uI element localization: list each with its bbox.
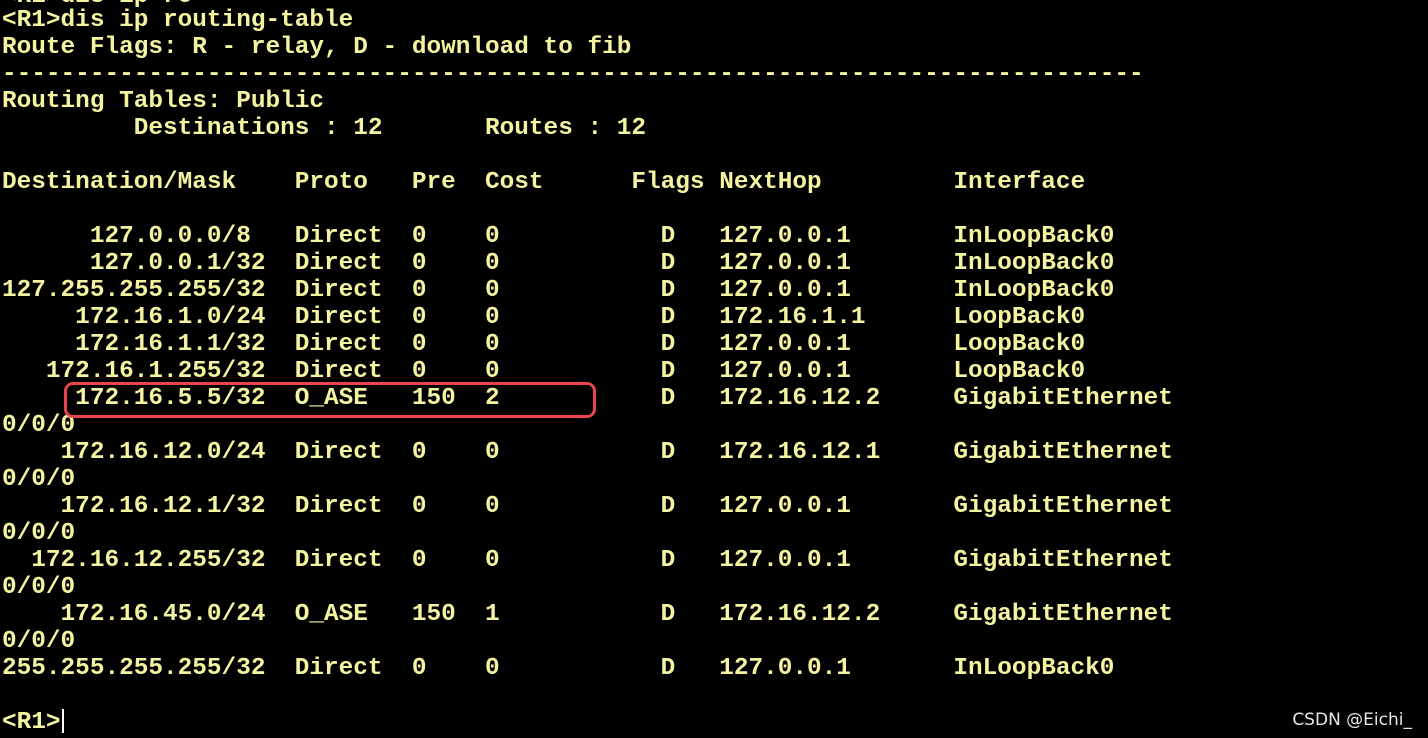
table-row-wrap: 0/0/0 [2, 466, 76, 493]
table-row: 172.16.12.0/24 Direct 0 0 D 172.16.12.1 … [2, 439, 1173, 466]
terminal-prompt-line[interactable]: <R1> [2, 709, 64, 736]
terminal-line-route-flags: Route Flags: R - relay, D - download to … [2, 34, 632, 61]
table-row: 255.255.255.255/32 Direct 0 0 D 127.0.0.… [2, 655, 1115, 682]
table-row-wrap: 0/0/0 [2, 520, 76, 547]
table-row: 172.16.1.255/32 Direct 0 0 D 127.0.0.1 L… [2, 358, 1086, 385]
terminal-line-routing-tables: Routing Tables: Public [2, 88, 325, 115]
table-header: Destination/Mask Proto Pre Cost Flags Ne… [2, 169, 1086, 196]
table-row: 172.16.1.0/24 Direct 0 0 D 172.16.1.1 Lo… [2, 304, 1086, 331]
table-row: 127.0.0.1/32 Direct 0 0 D 127.0.0.1 InLo… [2, 250, 1115, 277]
table-row-wrap: 0/0/0 [2, 574, 76, 601]
table-row: 127.255.255.255/32 Direct 0 0 D 127.0.0.… [2, 277, 1115, 304]
terminal-line-separator: ----------------------------------------… [2, 61, 1144, 88]
terminal-line-command: <R1>dis ip routing-table [2, 7, 354, 34]
table-row: 172.16.12.255/32 Direct 0 0 D 127.0.0.1 … [2, 547, 1173, 574]
table-row: 172.16.1.1/32 Direct 0 0 D 127.0.0.1 Loo… [2, 331, 1086, 358]
table-row: 172.16.12.1/32 Direct 0 0 D 127.0.0.1 Gi… [2, 493, 1173, 520]
terminal-line-destinations-routes: Destinations : 12 Routes : 12 [2, 115, 647, 142]
terminal-window[interactable]: <R1>dis ip ro <R1>dis ip routing-table R… [0, 0, 1428, 738]
table-row-wrap: 0/0/0 [2, 412, 76, 439]
table-row: 172.16.45.0/24 O_ASE 150 1 D 172.16.12.2… [2, 601, 1173, 628]
text-cursor [61, 709, 64, 733]
table-row-highlighted: 172.16.5.5/32 O_ASE 150 2 D 172.16.12.2 … [2, 385, 1173, 412]
table-row: 127.0.0.0/8 Direct 0 0 D 127.0.0.1 InLoo… [2, 223, 1115, 250]
terminal-prompt: <R1> [2, 709, 61, 736]
table-row-wrap: 0/0/0 [2, 628, 76, 655]
watermark: CSDN @Eichi_ [1292, 710, 1412, 730]
